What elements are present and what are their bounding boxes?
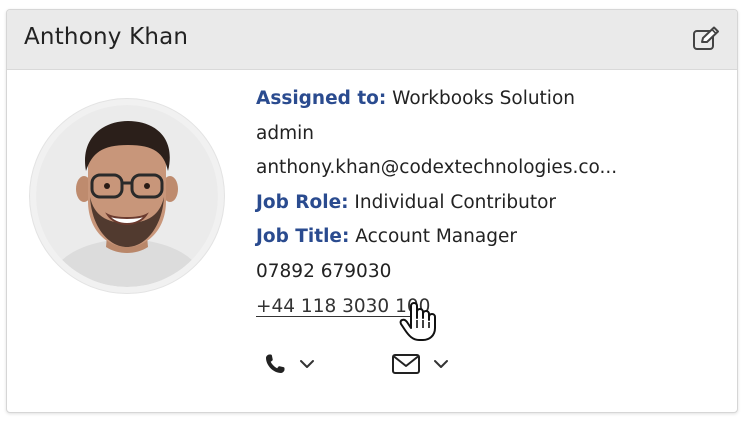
- chevron-down-icon[interactable]: [433, 358, 449, 370]
- hand-cursor-icon: [399, 302, 436, 341]
- contact-name: Anthony Khan: [24, 24, 189, 50]
- assigned-user: admin: [256, 122, 314, 144]
- assigned-to-value: Workbooks Solution: [392, 88, 575, 109]
- assigned-to-row: Assigned to: Workbooks Solution: [256, 82, 617, 117]
- chevron-down-icon[interactable]: [299, 358, 315, 370]
- card-header: Anthony Khan: [7, 10, 737, 70]
- job-role-value: Individual Contributor: [354, 191, 557, 213]
- assigned-to-label: Assigned to:: [256, 88, 387, 109]
- avatar: [36, 105, 218, 287]
- email-button[interactable]: [391, 352, 449, 376]
- contact-details: Assigned to: Workbooks Solution admin an…: [256, 82, 617, 324]
- edit-button[interactable]: [689, 24, 723, 54]
- job-role-row: Job Role: Individual Contributor: [256, 186, 617, 221]
- mobile-phone: 07892 679030: [256, 260, 392, 282]
- edit-icon: [693, 26, 719, 50]
- job-role-label: Job Role:: [256, 191, 349, 213]
- email-address[interactable]: anthony.khan@codextechnologies.co...: [256, 151, 617, 186]
- envelope-icon: [392, 354, 420, 374]
- phone-icon: [266, 354, 285, 373]
- job-title-row: Job Title: Account Manager: [256, 220, 617, 255]
- job-title-label: Job Title:: [256, 226, 350, 248]
- job-title-value: Account Manager: [355, 226, 517, 248]
- avatar-frame: [29, 98, 225, 294]
- call-button[interactable]: [263, 352, 315, 376]
